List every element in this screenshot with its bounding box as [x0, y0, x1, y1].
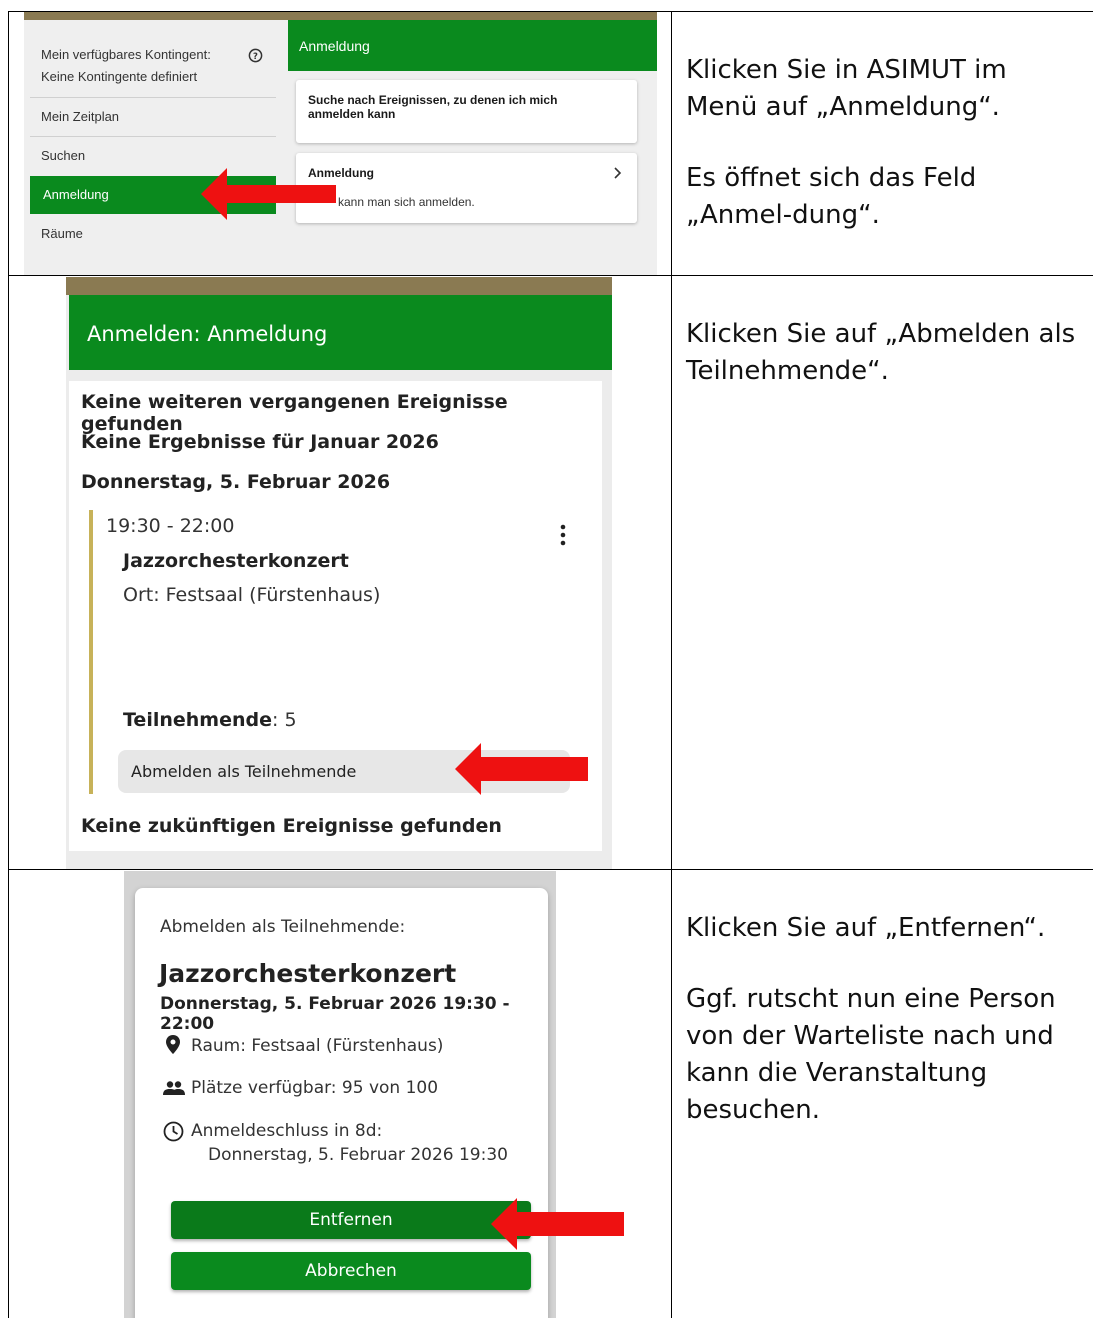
card-text: kann man sich anmelden. [338, 195, 475, 209]
table-border-middle [671, 11, 672, 1318]
menu-item-anmeldung: Anmeldung [43, 187, 109, 202]
remove-button-label: Entfernen [309, 1210, 393, 1230]
red-arrow-icon [491, 1198, 624, 1250]
quota-label: Mein verfügbares Kontingent: [41, 47, 211, 62]
page-title: Anmelden: Anmeldung [87, 322, 328, 346]
page-header: Anmelden: Anmeldung [69, 295, 612, 370]
participants-label: Teilnehmende [123, 709, 272, 731]
instruction-text: Klicken Sie in ASIMUT im Menü auf „Anmel… [686, 55, 1007, 122]
no-results-month: Keine Ergebnisse für Januar 2026 [81, 431, 439, 453]
no-past-events: Keine weiteren vergangenen Ereignisse ge… [81, 391, 508, 435]
clock-icon [163, 1121, 184, 1142]
menu-divider [30, 136, 276, 137]
cancel-button-label: Abbrechen [305, 1261, 397, 1281]
menu-item-mein-zeitplan[interactable]: Mein Zeitplan [41, 109, 119, 124]
event-time: 19:30 - 22:00 [106, 515, 235, 537]
event-title: Jazzorchesterkonzert [123, 550, 349, 572]
registration-card[interactable]: Anmeldung kann man sich anmelden. [296, 153, 637, 223]
participants-value: : 5 [272, 709, 297, 731]
top-bar [66, 277, 612, 295]
event-marker [89, 510, 93, 794]
red-arrow-icon [455, 743, 588, 795]
top-bar [24, 12, 657, 20]
svg-text:?: ? [253, 51, 258, 61]
menu-divider [30, 97, 276, 98]
location-pin-icon [166, 1035, 180, 1054]
people-icon [163, 1081, 185, 1095]
table-border-row1 [8, 275, 1093, 276]
step1-instruction: Klicken Sie in ASIMUT im Menü auf „Anmel… [686, 52, 1086, 268]
table-border-row2 [8, 869, 1093, 870]
participants: Teilnehmende: 5 [123, 709, 297, 731]
unregister-dialog: Abmelden als Teilnehmende: Jazzorchester… [135, 888, 548, 1318]
more-vertical-icon[interactable] [559, 524, 567, 546]
quota-value: Keine Kontingente definiert [41, 69, 198, 84]
instruction-text: Klicken Sie auf „Abmelden als Teilnehmen… [686, 319, 1076, 386]
instruction-text: Ggf. rutscht nun eine Person von der War… [686, 984, 1056, 1125]
instruction-text: Klicken Sie auf „Entfernen“. [686, 913, 1046, 943]
dialog-title: Abmelden als Teilnehmende: [160, 917, 406, 937]
search-events-card[interactable]: Suche nach Ereignissen, zu denen ich mic… [296, 80, 637, 143]
step2-instruction: Klicken Sie auf „Abmelden als Teilnehmen… [686, 316, 1086, 424]
no-future-events: Keine zukünftigen Ereignisse gefunden [81, 815, 502, 837]
dialog-deadline-label: Anmeldeschluss in 8d: [191, 1121, 383, 1141]
card-title: Suche nach Ereignissen, zu denen ich mic… [308, 93, 558, 121]
date-heading: Donnerstag, 5. Februar 2026 [81, 471, 391, 493]
red-arrow-icon [201, 168, 336, 220]
menu-item-suchen[interactable]: Suchen [41, 148, 85, 163]
dialog-room: Raum: Festsaal (Fürstenhaus) [191, 1036, 444, 1056]
dialog-deadline-value: Donnerstag, 5. Februar 2026 19:30 [208, 1145, 508, 1165]
step3-instruction: Klicken Sie auf „Entfernen“. Ggf. rutsch… [686, 910, 1086, 1163]
chevron-right-icon [614, 167, 622, 179]
asimut-menu-screenshot: Mein verfügbares Kontingent: Keine Konti… [24, 12, 657, 275]
unregister-button-label: Abmelden als Teilnehmende [131, 762, 357, 781]
table-border-left [8, 11, 9, 1318]
panel-title: Anmeldung [299, 38, 370, 54]
dialog-seats: Plätze verfügbar: 95 von 100 [191, 1078, 439, 1098]
cancel-button[interactable]: Abbrechen [171, 1252, 531, 1290]
event-location: Ort: Festsaal (Fürstenhaus) [123, 584, 381, 606]
help-circle-icon[interactable]: ? [248, 48, 263, 63]
dialog-datetime: Donnerstag, 5. Februar 2026 19:30 - 22:0… [160, 994, 510, 1034]
instruction-text: Es öffnet sich das Feld „Anmel-dung“. [686, 163, 977, 230]
unregister-dialog-screenshot: Abmelden als Teilnehmende: Jazzorchester… [124, 871, 556, 1318]
remove-button[interactable]: Entfernen [171, 1201, 531, 1239]
panel-header: Anmeldung [288, 20, 657, 71]
dialog-event-title: Jazzorchesterkonzert [159, 959, 457, 988]
menu-item-raeume[interactable]: Räume [41, 226, 83, 241]
